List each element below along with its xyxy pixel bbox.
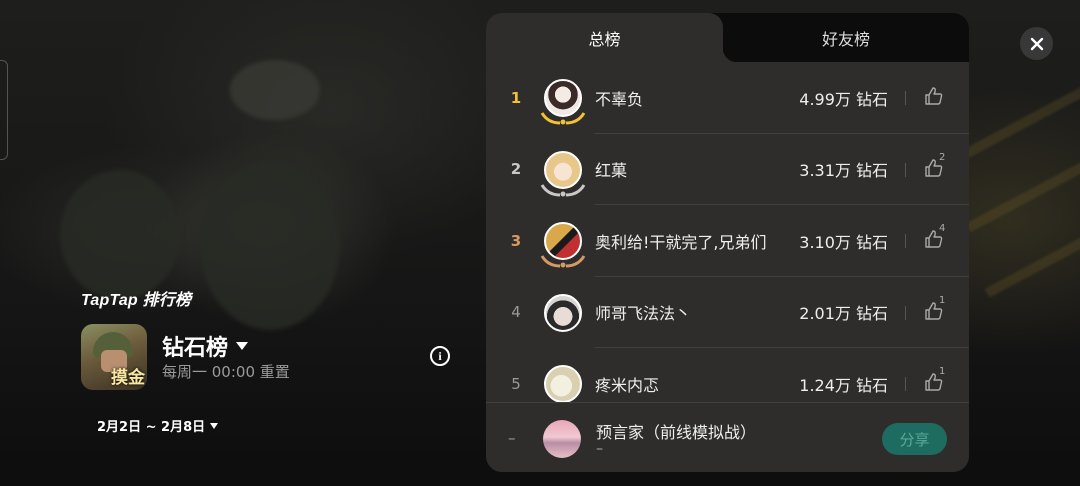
my-avatar[interactable]	[543, 420, 581, 458]
rank-number: 3	[510, 231, 522, 250]
ranking-row[interactable]: 3 奥利给!干就完了,兄弟们 3.10万 钻石 4	[486, 205, 969, 277]
diamond-score: 4.99万 钻石	[799, 89, 888, 109]
diamond-score: 3.10万 钻石	[799, 232, 888, 252]
ranking-row[interactable]: 5 疼米内忑 1.24万 钻石 1	[486, 348, 969, 402]
avatar[interactable]	[540, 149, 586, 196]
laurel-silver-icon	[540, 183, 586, 196]
my-ranking-row: – 预言家（前线模拟战） – 分享	[486, 402, 969, 472]
date-range-label: 2月2日 ~ 2月8日	[97, 420, 206, 435]
player-name: 师哥飞法法丶	[595, 304, 692, 324]
avatar[interactable]	[540, 220, 586, 268]
laurel-bronze-icon	[540, 255, 586, 268]
my-rank: –	[508, 429, 516, 447]
tab-bar: 总榜 好友榜	[486, 13, 969, 62]
avatar[interactable]	[542, 292, 584, 334]
ranking-row[interactable]: 4 师哥飞法法丶 2.01万 钻石 1	[486, 277, 969, 349]
caret-down-icon	[210, 422, 219, 429]
diamond-score: 1.24万 钻石	[799, 375, 888, 395]
side-handle[interactable]	[0, 60, 8, 160]
avatar[interactable]	[542, 363, 584, 402]
tab-friends[interactable]: 好友榜	[723, 13, 969, 62]
close-button[interactable]	[1020, 27, 1053, 60]
ranking-list[interactable]: 1 不辜负 4.99万 钻石 2 红菓 3.31万 钻石 2 3 奥利给!干就完…	[486, 62, 969, 402]
date-range-selector[interactable]: 2月2日 ~ 2月8日	[97, 416, 219, 435]
like-count: 1	[939, 366, 946, 377]
board-title: 钻石榜	[162, 336, 229, 361]
taptap-ranking-brand: TapTap 排行榜	[81, 292, 192, 309]
diamond-score: 2.01万 钻石	[799, 304, 888, 324]
player-name: 疼米内忑	[595, 375, 660, 395]
share-button[interactable]: 分享	[882, 423, 947, 455]
rank-number: 5	[511, 374, 521, 393]
my-score: –	[596, 441, 603, 457]
close-icon	[1030, 37, 1043, 50]
divider	[905, 234, 906, 248]
rank-number: 2	[510, 160, 522, 179]
ranking-row[interactable]: 1 不辜负 4.99万 钻石	[486, 62, 969, 134]
rank-number: 1	[510, 88, 522, 107]
player-name: 红菓	[595, 161, 628, 181]
ranking-row[interactable]: 2 红菓 3.31万 钻石 2	[486, 134, 969, 206]
game-icon-tag: 摸金	[111, 368, 145, 388]
rank-number: 4	[511, 303, 521, 322]
laurel-gold-icon	[540, 112, 586, 125]
divider	[905, 91, 906, 105]
avatar[interactable]	[540, 77, 586, 125]
thumbs-up-icon[interactable]	[924, 86, 944, 106]
board-selector[interactable]: 钻石榜	[162, 330, 249, 362]
reset-schedule: 每周一 00:00 重置	[162, 363, 290, 381]
divider	[905, 377, 906, 391]
divider	[905, 305, 906, 320]
info-icon[interactable]: i	[430, 346, 450, 366]
like-count: 1	[939, 294, 946, 306]
game-icon[interactable]: 摸金	[81, 324, 147, 390]
like-count: 2	[939, 151, 946, 163]
diamond-score: 3.31万 钻石	[799, 161, 888, 181]
player-name: 不辜负	[595, 89, 644, 109]
tab-overall[interactable]: 总榜	[486, 13, 737, 62]
divider	[905, 162, 906, 177]
my-name: 预言家（前线模拟战）	[596, 423, 757, 442]
caret-down-icon	[236, 342, 249, 350]
leaderboard-panel: 总榜 好友榜 1 不辜负 4.99万 钻石 2 红菓 3.31万 钻石 2 3 …	[486, 13, 969, 472]
player-name: 奥利给!干就完了,兄弟们	[595, 232, 767, 252]
like-count: 4	[939, 223, 946, 234]
